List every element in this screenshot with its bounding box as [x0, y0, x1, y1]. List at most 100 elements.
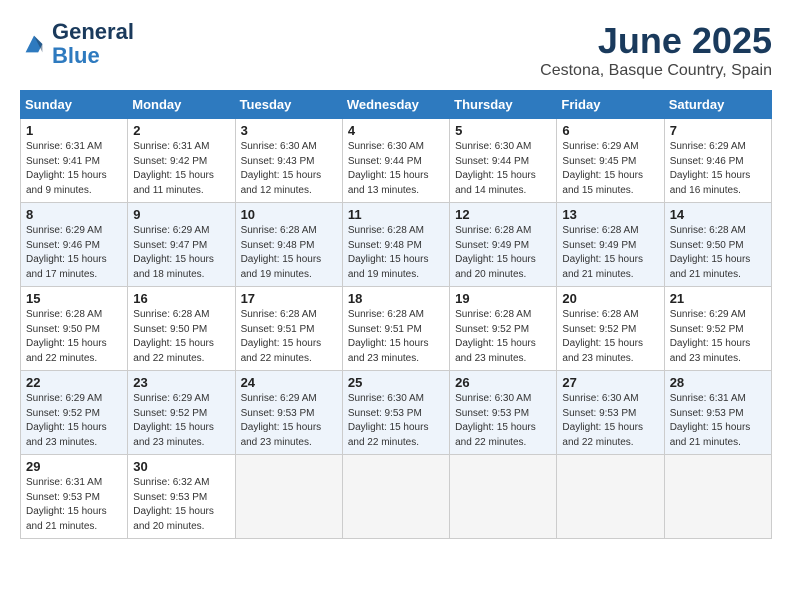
day-info: Sunrise: 6:30 AMSunset: 9:53 PMDaylight:… — [348, 392, 444, 450]
day-info: Sunrise: 6:28 AMSunset: 9:50 PMDaylight:… — [670, 224, 766, 282]
calendar-cell: 24 Sunrise: 6:29 AMSunset: 9:53 PMDayligh… — [235, 371, 342, 455]
day-number: 7 — [670, 123, 766, 138]
calendar-cell: 9 Sunrise: 6:29 AMSunset: 9:47 PMDaylight… — [128, 203, 235, 287]
calendar-cell: 14 Sunrise: 6:28 AMSunset: 9:50 PMDayligh… — [664, 203, 771, 287]
calendar-week-row: 8 Sunrise: 6:29 AMSunset: 9:46 PMDaylight… — [21, 203, 772, 287]
calendar-cell: 28 Sunrise: 6:31 AMSunset: 9:53 PMDayligh… — [664, 371, 771, 455]
calendar-header-tuesday: Tuesday — [235, 91, 342, 119]
calendar-week-row: 15 Sunrise: 6:28 AMSunset: 9:50 PMDayligh… — [21, 287, 772, 371]
day-info: Sunrise: 6:30 AMSunset: 9:44 PMDaylight:… — [348, 140, 444, 198]
calendar-header-wednesday: Wednesday — [342, 91, 449, 119]
calendar-cell: 1Sunrise: 6:31 AMSunset: 9:41 PMDaylight… — [21, 119, 128, 203]
day-number: 22 — [26, 375, 122, 390]
day-info: Sunrise: 6:28 AMSunset: 9:50 PMDaylight:… — [26, 308, 122, 366]
day-number: 12 — [455, 207, 551, 222]
day-info: Sunrise: 6:31 AMSunset: 9:53 PMDaylight:… — [670, 392, 766, 450]
day-number: 19 — [455, 291, 551, 306]
day-number: 15 — [26, 291, 122, 306]
day-info: Sunrise: 6:29 AMSunset: 9:52 PMDaylight:… — [133, 392, 229, 450]
calendar-cell: 29 Sunrise: 6:31 AMSunset: 9:53 PMDayligh… — [21, 455, 128, 539]
day-info: Sunrise: 6:29 AMSunset: 9:45 PMDaylight:… — [562, 140, 658, 198]
calendar-cell: 16 Sunrise: 6:28 AMSunset: 9:50 PMDayligh… — [128, 287, 235, 371]
day-number: 5 — [455, 123, 551, 138]
day-number: 16 — [133, 291, 229, 306]
calendar-cell: 19Sunrise: 6:28 AMSunset: 9:52 PMDayligh… — [450, 287, 557, 371]
logo-text: General Blue — [52, 20, 134, 68]
day-number: 18 — [348, 291, 444, 306]
calendar-cell: 21 Sunrise: 6:29 AMSunset: 9:52 PMDayligh… — [664, 287, 771, 371]
day-number: 6 — [562, 123, 658, 138]
day-number: 9 — [133, 207, 229, 222]
day-number: 3 — [241, 123, 337, 138]
calendar-cell: 23 Sunrise: 6:29 AMSunset: 9:52 PMDayligh… — [128, 371, 235, 455]
day-number: 11 — [348, 207, 444, 222]
day-info: Sunrise: 6:29 AMSunset: 9:47 PMDaylight:… — [133, 224, 229, 282]
day-info: Sunrise: 6:31 AMSunset: 9:41 PMDaylight:… — [26, 140, 122, 198]
day-info: Sunrise: 6:30 AMSunset: 9:44 PMDaylight:… — [455, 140, 551, 198]
calendar-header-sunday: Sunday — [21, 91, 128, 119]
calendar-cell: 13 Sunrise: 6:28 AMSunset: 9:49 PMDayligh… — [557, 203, 664, 287]
day-info: Sunrise: 6:28 AMSunset: 9:51 PMDaylight:… — [241, 308, 337, 366]
day-info: Sunrise: 6:28 AMSunset: 9:49 PMDaylight:… — [562, 224, 658, 282]
day-number: 20 — [562, 291, 658, 306]
day-info: Sunrise: 6:28 AMSunset: 9:48 PMDaylight:… — [241, 224, 337, 282]
day-number: 27 — [562, 375, 658, 390]
day-info: Sunrise: 6:30 AMSunset: 9:53 PMDaylight:… — [455, 392, 551, 450]
day-number: 17 — [241, 291, 337, 306]
calendar-header-thursday: Thursday — [450, 91, 557, 119]
calendar-header-saturday: Saturday — [664, 91, 771, 119]
day-number: 29 — [26, 459, 122, 474]
day-number: 13 — [562, 207, 658, 222]
day-info: Sunrise: 6:29 AMSunset: 9:46 PMDaylight:… — [670, 140, 766, 198]
logo-icon — [20, 30, 48, 58]
day-number: 23 — [133, 375, 229, 390]
day-info: Sunrise: 6:28 AMSunset: 9:49 PMDaylight:… — [455, 224, 551, 282]
day-info: Sunrise: 6:29 AMSunset: 9:52 PMDaylight:… — [670, 308, 766, 366]
day-number: 2 — [133, 123, 229, 138]
calendar-cell: 27Sunrise: 6:30 AMSunset: 9:53 PMDayligh… — [557, 371, 664, 455]
calendar-week-row: 22 Sunrise: 6:29 AMSunset: 9:52 PMDayligh… — [21, 371, 772, 455]
day-info: Sunrise: 6:31 AMSunset: 9:53 PMDaylight:… — [26, 476, 122, 534]
calendar-cell: 8 Sunrise: 6:29 AMSunset: 9:46 PMDaylight… — [21, 203, 128, 287]
calendar-cell: 5 Sunrise: 6:30 AMSunset: 9:44 PMDaylight… — [450, 119, 557, 203]
calendar-header-friday: Friday — [557, 91, 664, 119]
day-info: Sunrise: 6:29 AMSunset: 9:53 PMDaylight:… — [241, 392, 337, 450]
day-number: 24 — [241, 375, 337, 390]
day-number: 14 — [670, 207, 766, 222]
day-info: Sunrise: 6:30 AMSunset: 9:43 PMDaylight:… — [241, 140, 337, 198]
day-number: 8 — [26, 207, 122, 222]
calendar-cell: 22 Sunrise: 6:29 AMSunset: 9:52 PMDayligh… — [21, 371, 128, 455]
calendar-cell: 30 Sunrise: 6:32 AMSunset: 9:53 PMDayligh… — [128, 455, 235, 539]
day-number: 30 — [133, 459, 229, 474]
calendar-cell: 18Sunrise: 6:28 AMSunset: 9:51 PMDayligh… — [342, 287, 449, 371]
calendar-cell: 25 Sunrise: 6:30 AMSunset: 9:53 PMDayligh… — [342, 371, 449, 455]
day-info: Sunrise: 6:29 AMSunset: 9:52 PMDaylight:… — [26, 392, 122, 450]
calendar-cell — [235, 455, 342, 539]
calendar: SundayMondayTuesdayWednesdayThursdayFrid… — [20, 90, 772, 539]
calendar-week-row: 29 Sunrise: 6:31 AMSunset: 9:53 PMDayligh… — [21, 455, 772, 539]
calendar-cell: 6 Sunrise: 6:29 AMSunset: 9:45 PMDaylight… — [557, 119, 664, 203]
logo-general: General — [52, 19, 134, 44]
calendar-cell: 20Sunrise: 6:28 AMSunset: 9:52 PMDayligh… — [557, 287, 664, 371]
day-number: 28 — [670, 375, 766, 390]
day-info: Sunrise: 6:28 AMSunset: 9:48 PMDaylight:… — [348, 224, 444, 282]
day-number: 26 — [455, 375, 551, 390]
calendar-header-monday: Monday — [128, 91, 235, 119]
day-info: Sunrise: 6:29 AMSunset: 9:46 PMDaylight:… — [26, 224, 122, 282]
calendar-cell: 10Sunrise: 6:28 AMSunset: 9:48 PMDayligh… — [235, 203, 342, 287]
title-area: June 2025 Cestona, Basque Country, Spain — [540, 20, 772, 80]
day-number: 25 — [348, 375, 444, 390]
logo: General Blue — [20, 20, 134, 68]
calendar-cell: 12 Sunrise: 6:28 AMSunset: 9:49 PMDayligh… — [450, 203, 557, 287]
calendar-cell — [342, 455, 449, 539]
day-info: Sunrise: 6:28 AMSunset: 9:50 PMDaylight:… — [133, 308, 229, 366]
calendar-cell: 11 Sunrise: 6:28 AMSunset: 9:48 PMDayligh… — [342, 203, 449, 287]
day-info: Sunrise: 6:32 AMSunset: 9:53 PMDaylight:… — [133, 476, 229, 534]
calendar-cell: 2Sunrise: 6:31 AMSunset: 9:42 PMDaylight… — [128, 119, 235, 203]
logo-blue: Blue — [52, 43, 100, 68]
calendar-cell: 15 Sunrise: 6:28 AMSunset: 9:50 PMDayligh… — [21, 287, 128, 371]
calendar-cell — [450, 455, 557, 539]
calendar-week-row: 1Sunrise: 6:31 AMSunset: 9:41 PMDaylight… — [21, 119, 772, 203]
day-number: 21 — [670, 291, 766, 306]
calendar-header-row: SundayMondayTuesdayWednesdayThursdayFrid… — [21, 91, 772, 119]
